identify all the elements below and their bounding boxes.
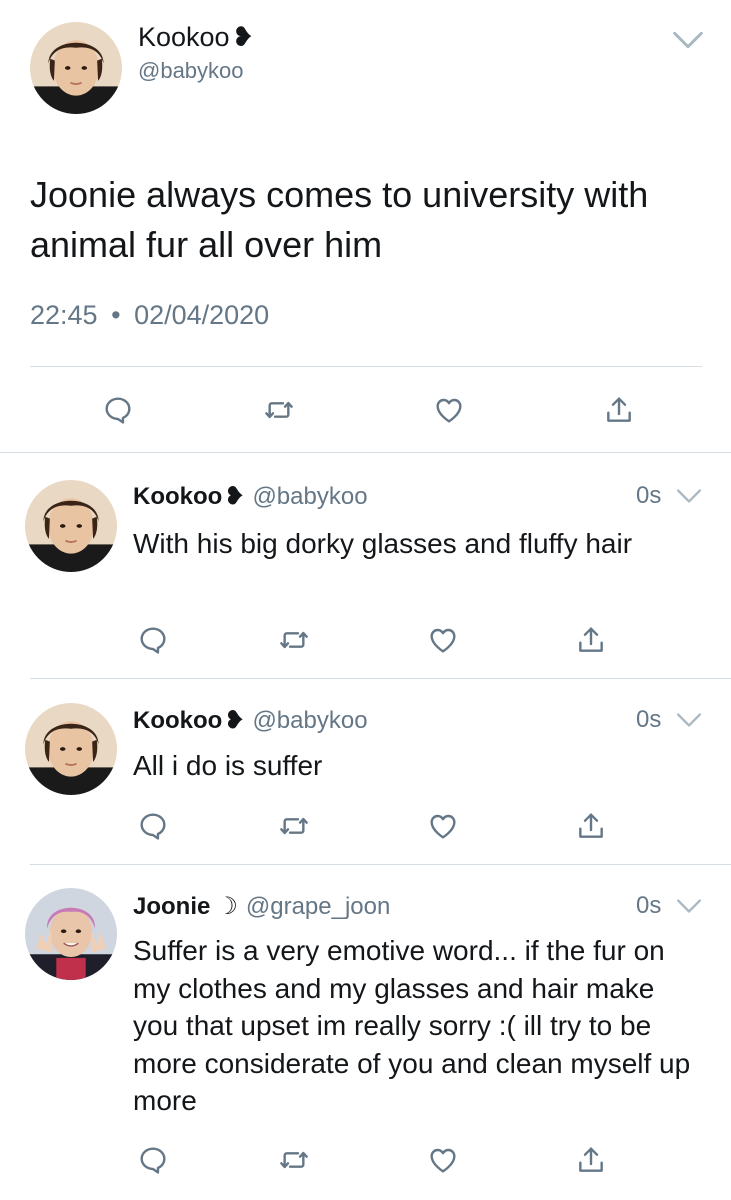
retweet-button[interactable] [274,1140,314,1180]
reply-button[interactable] [133,1140,173,1180]
tweet-time[interactable]: 22:45 [30,300,98,330]
more-options-button[interactable] [676,898,702,914]
like-icon [433,394,465,426]
chevron-down-icon [676,488,702,504]
share-icon [575,810,607,842]
tweet-meta: 22:45 • 02/04/2020 [30,300,269,331]
retweet-icon [278,1144,310,1176]
tweet-time: 0s [636,482,662,509]
main-tweet: Kookoo❥ @babykoo Joonie always comes to … [0,0,731,452]
chevron-down-icon [676,712,702,728]
avatar-image [25,703,117,795]
share-button[interactable] [571,1140,611,1180]
reply-tweet[interactable]: Kookoo❥ @babykoo 0s All i do is suffer [0,678,731,864]
name-glyph: ❥ [224,483,245,510]
display-name: Kookoo [133,707,223,734]
tweet-time: 0s [636,706,662,733]
tweet-text: With his big dorky glasses and fluffy ha… [133,528,633,559]
tweet-date[interactable]: 02/04/2020 [134,300,269,330]
author-line[interactable]: Kookoo❥ @babykoo [133,482,368,511]
reply-tweet[interactable]: Kookoo❥ @babykoo 0s With his big dorky gl… [0,452,731,678]
retweet-icon [278,810,310,842]
avatar-image [25,888,117,980]
tweet-text: Joonie always comes to university with a… [30,174,649,265]
like-icon [427,624,459,656]
reply-icon [137,810,169,842]
tweet-text: All i do is suffer [133,750,323,781]
reply-icon [137,624,169,656]
divider [30,366,702,367]
author-handle: @babykoo [252,707,368,734]
display-name: Kookoo [138,22,230,52]
retweet-button[interactable] [274,806,314,846]
like-button[interactable] [423,806,463,846]
reply-button[interactable] [133,620,173,660]
avatar[interactable] [25,480,117,572]
reply-button[interactable] [133,806,173,846]
avatar-image [25,480,117,572]
display-name: Kookoo [133,483,223,510]
avatar[interactable] [30,22,122,114]
like-icon [427,810,459,842]
author-handle[interactable]: @babykoo [138,58,244,84]
reply-tweet[interactable]: Joonie ☽ @grape_joon 0s Suffer is a very e… [0,864,731,1200]
more-options-button[interactable] [672,30,704,50]
name-glyph: ☽ [216,893,238,920]
tweet-text: Suffer is a very emotive word... if the … [133,935,691,1116]
chevron-down-icon [676,898,702,914]
meta-separator: • [111,300,121,330]
display-name: Joonie [133,893,211,920]
share-button[interactable] [571,620,611,660]
more-options-button[interactable] [676,488,702,504]
share-button[interactable] [599,390,639,430]
retweet-icon [278,624,310,656]
share-icon [575,1144,607,1176]
more-options-button[interactable] [676,712,702,728]
reply-icon [137,1144,169,1176]
name-glyph: ❥ [231,22,255,52]
like-icon [427,1144,459,1176]
chevron-down-icon [672,30,704,50]
like-button[interactable] [429,390,469,430]
retweet-button[interactable] [259,390,299,430]
like-button[interactable] [423,620,463,660]
avatar[interactable] [25,703,117,795]
avatar-image [30,22,122,114]
tweet-time: 0s [636,892,662,919]
like-button[interactable] [423,1140,463,1180]
author-handle: @babykoo [252,483,368,510]
share-icon [575,624,607,656]
author-name[interactable]: Kookoo❥ [138,22,254,53]
name-glyph: ❥ [224,707,245,734]
retweet-button[interactable] [274,620,314,660]
author-line[interactable]: Kookoo❥ @babykoo [133,706,368,735]
retweet-icon [263,394,295,426]
reply-icon [102,394,134,426]
avatar[interactable] [25,888,117,980]
author-handle: @grape_joon [245,893,391,920]
author-line[interactable]: Joonie ☽ @grape_joon [133,892,390,921]
reply-button[interactable] [98,390,138,430]
share-button[interactable] [571,806,611,846]
share-icon [603,394,635,426]
